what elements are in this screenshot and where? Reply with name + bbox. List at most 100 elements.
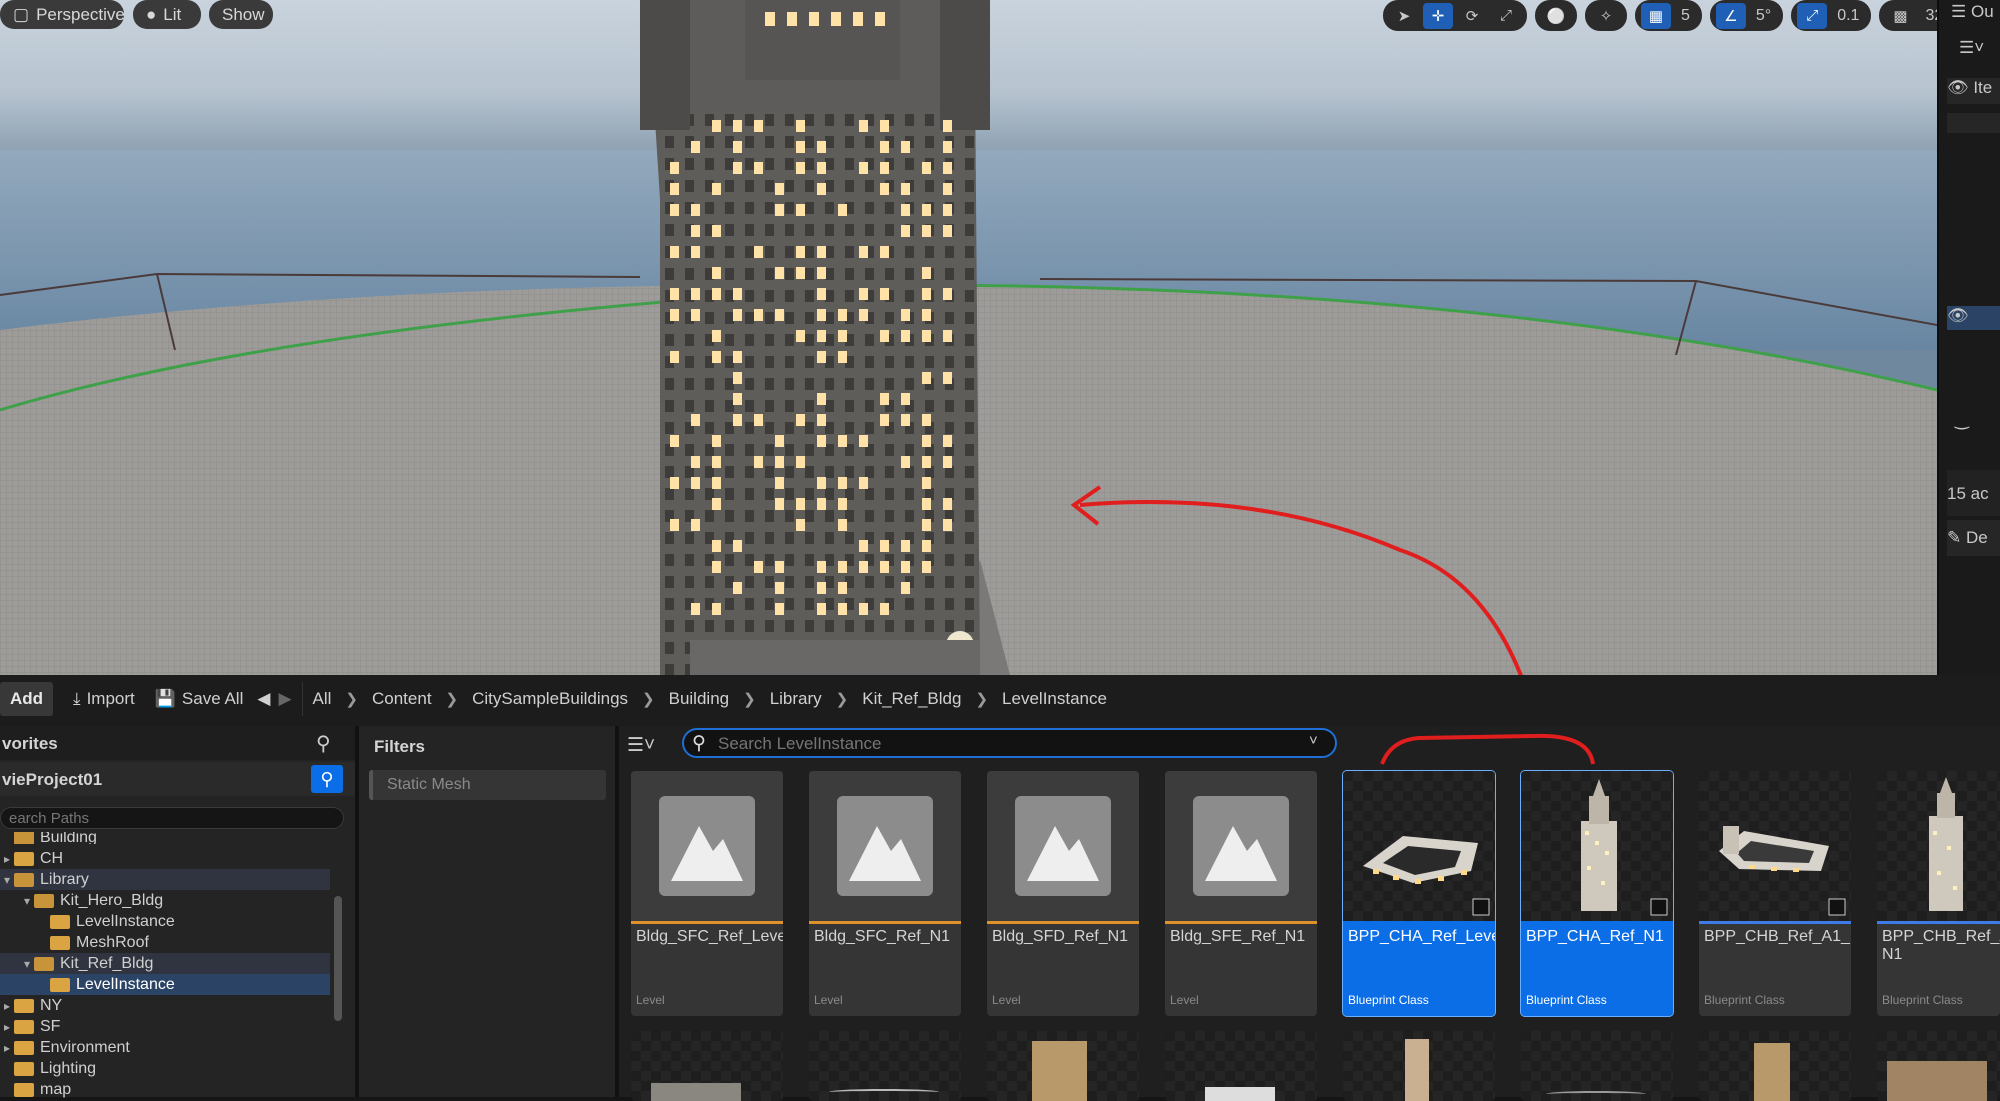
tree-item-lighting[interactable]: Lighting bbox=[0, 1058, 330, 1079]
asset-tile[interactable] bbox=[1165, 1031, 1317, 1101]
filter-icon[interactable]: ☰˅ bbox=[1959, 38, 2000, 58]
lit-window bbox=[922, 225, 931, 237]
tree-item-meshroof[interactable]: MeshRoof bbox=[0, 932, 330, 953]
search-paths-input[interactable] bbox=[0, 807, 344, 829]
lit-window bbox=[712, 351, 721, 363]
collapse-icon[interactable]: ‿ bbox=[1955, 410, 2000, 430]
scale-snap-value[interactable]: 0.1 bbox=[1831, 3, 1865, 29]
breadcrumb-item[interactable]: LevelInstance bbox=[1002, 689, 1107, 709]
lit-window bbox=[943, 498, 952, 510]
camera-speed-icon[interactable]: ▩ bbox=[1885, 3, 1915, 29]
add-button[interactable]: Add bbox=[0, 682, 54, 716]
asset-tile[interactable] bbox=[1877, 1031, 2000, 1101]
select-mode-icon[interactable]: ➤ bbox=[1389, 3, 1419, 29]
breadcrumb-item[interactable]: All bbox=[313, 689, 332, 709]
asset-tile[interactable]: Bldg_SFD_Ref_N1 Level bbox=[987, 771, 1139, 1016]
asset-tile[interactable] bbox=[1521, 1031, 1673, 1101]
outliner-selected-row[interactable]: 👁 bbox=[1947, 306, 2000, 330]
asset-type-bar bbox=[987, 921, 1139, 924]
search-icon[interactable]: ⚲ bbox=[311, 765, 343, 793]
project-header[interactable]: vieProject01 ⚲ bbox=[0, 762, 355, 796]
scale-snap-icon[interactable]: ⤢ bbox=[1797, 2, 1828, 29]
asset-tile[interactable]: Bldg_SFC_Ref_Level01_N1 Level bbox=[631, 771, 783, 1016]
lit-window bbox=[691, 603, 700, 615]
favorites-header[interactable]: vorites ⚲ bbox=[0, 726, 355, 760]
lit-window bbox=[775, 309, 784, 321]
asset-type-bar bbox=[809, 921, 961, 924]
history-forward-icon[interactable]: ▶ bbox=[274, 682, 295, 716]
breadcrumb-item[interactable]: Building bbox=[669, 689, 730, 709]
tree-item-kit-hero-bldg[interactable]: ▾ Kit_Hero_Bldg bbox=[0, 890, 330, 911]
breadcrumb-item[interactable]: Kit_Ref_Bldg bbox=[862, 689, 961, 709]
breadcrumb-item[interactable]: Library bbox=[770, 689, 822, 709]
save-all-button[interactable]: 💾 Save All bbox=[145, 682, 254, 716]
outliner-row[interactable] bbox=[1947, 113, 2000, 133]
lit-window bbox=[809, 12, 819, 26]
view-mode-button[interactable]: ● Lit bbox=[133, 0, 201, 29]
filters-title: Filters bbox=[374, 737, 426, 756]
tree-item-levelinstance[interactable]: LevelInstance bbox=[0, 911, 330, 932]
tree-item-ny[interactable]: ▸ NY bbox=[0, 995, 330, 1016]
lit-window bbox=[733, 141, 742, 153]
tree-item-building[interactable]: Building bbox=[0, 832, 330, 844]
lit-window bbox=[880, 246, 889, 258]
import-button[interactable]: ⤓ Import bbox=[63, 682, 145, 716]
details-tab[interactable]: ✎ De bbox=[1947, 520, 2000, 556]
asset-tile[interactable]: Bldg_SFC_Ref_N1 Level bbox=[809, 771, 961, 1016]
camera-speed-value[interactable]: 32 bbox=[1919, 3, 1937, 29]
pencil-icon: ✎ bbox=[1947, 528, 1962, 547]
tree-item-kit-ref-bldg[interactable]: ▾ Kit_Ref_Bldg bbox=[0, 953, 330, 974]
lit-window bbox=[880, 183, 889, 195]
asset-thumbnail-preview bbox=[1887, 1061, 1987, 1101]
grid-size-value[interactable]: 5 bbox=[1675, 3, 1696, 29]
search-icon[interactable]: ⚲ bbox=[316, 731, 331, 756]
grid-snap-icon[interactable]: ▦ bbox=[1641, 2, 1671, 29]
filter-chip-static-mesh[interactable]: Static Mesh bbox=[369, 770, 606, 800]
translate-mode-icon[interactable]: ✛ bbox=[1423, 2, 1453, 29]
asset-tile[interactable]: BPP_CHB_Ref_A1_Level01_N1 Blueprint Clas… bbox=[1699, 771, 1851, 1016]
asset-name: BPP_CHA_Ref_N1 bbox=[1526, 928, 1664, 945]
lit-window bbox=[796, 162, 805, 174]
lit-window bbox=[712, 603, 721, 615]
rotation-snap-icon[interactable]: ∠ bbox=[1715, 2, 1746, 29]
asset-tile[interactable] bbox=[987, 1031, 1139, 1101]
asset-tile[interactable] bbox=[809, 1031, 961, 1101]
tree-scrollbar[interactable] bbox=[334, 896, 342, 1021]
lit-window bbox=[796, 414, 805, 426]
tree-item-library[interactable]: ▾ Library bbox=[0, 869, 330, 890]
world-space-icon[interactable]: ⚪ bbox=[1541, 3, 1571, 29]
scale-mode-icon[interactable]: ⤢ bbox=[1491, 3, 1521, 29]
asset-tile[interactable] bbox=[1343, 1031, 1495, 1101]
tree-item-environment[interactable]: ▸ Environment bbox=[0, 1037, 330, 1058]
tree-item-levelinstance-selected[interactable]: LevelInstance bbox=[0, 974, 330, 995]
asset-tile[interactable]: Bldg_SFE_Ref_N1 Level bbox=[1165, 771, 1317, 1016]
visibility-eye-icon[interactable]: 👁 bbox=[1947, 78, 1969, 97]
tree-item-sf[interactable]: ▸ SF bbox=[0, 1016, 330, 1037]
rotate-mode-icon[interactable]: ⟳ bbox=[1457, 3, 1487, 29]
lit-window bbox=[712, 330, 721, 342]
surface-snap-icon[interactable]: ✧ bbox=[1591, 3, 1621, 29]
perspective-button[interactable]: ▢ Perspective bbox=[0, 0, 125, 29]
lit-window bbox=[691, 225, 700, 237]
tree-item-ch[interactable]: ▸ CH bbox=[0, 848, 330, 869]
lit-window bbox=[796, 330, 805, 342]
asset-thumbnail-preview bbox=[1032, 1041, 1087, 1101]
asset-tile[interactable] bbox=[631, 1031, 783, 1101]
lit-window bbox=[754, 561, 763, 573]
level-viewport[interactable]: ▢ Perspective ● Lit Show ➤ ✛ ⟳ ⤢ ⚪ ✧ ▦ 5… bbox=[0, 0, 1937, 675]
asset-tile-selected[interactable]: BPP_CHA_Ref_N1 Blueprint Class bbox=[1520, 770, 1674, 1017]
lit-window bbox=[901, 309, 910, 321]
asset-tile[interactable]: BPP_CHB_Ref_A N1 Blueprint Class bbox=[1877, 771, 2000, 1016]
lit-window bbox=[691, 204, 700, 216]
asset-tile[interactable] bbox=[1699, 1031, 1851, 1101]
visibility-eye-icon[interactable]: 👁 bbox=[1947, 306, 1969, 325]
history-back-icon[interactable]: ◀ bbox=[253, 682, 274, 716]
breadcrumb-item[interactable]: CitySampleBuildings bbox=[472, 689, 628, 709]
lit-window bbox=[712, 435, 721, 447]
show-button[interactable]: Show bbox=[209, 0, 273, 29]
rotation-snap-value[interactable]: 5° bbox=[1750, 3, 1777, 29]
breadcrumb-item[interactable]: Content bbox=[372, 689, 432, 709]
asset-tile-selected[interactable]: BPP_CHA_Ref_Level01_N1 Blueprint Class bbox=[1342, 770, 1496, 1017]
lit-window bbox=[754, 309, 763, 321]
lit-window bbox=[901, 141, 910, 153]
